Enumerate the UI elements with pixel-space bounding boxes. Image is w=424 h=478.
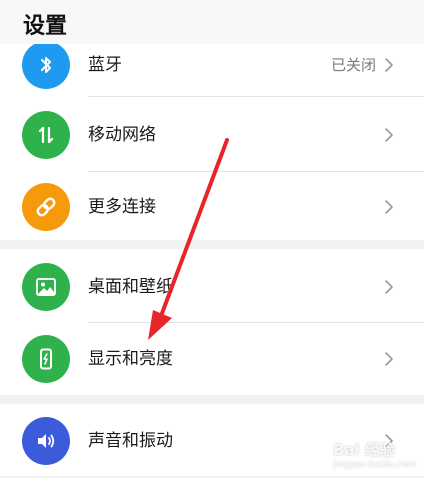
settings-item-label: 蓝牙 bbox=[88, 55, 122, 75]
watermark: Bai 经验 jingyan.baidu.com bbox=[333, 439, 416, 470]
settings-item-label: 桌面和壁纸 bbox=[88, 277, 173, 297]
settings-item-more-connections[interactable]: 更多连接 bbox=[0, 172, 424, 246]
chevron-right-icon bbox=[385, 352, 393, 366]
settings-item-label: 显示和亮度 bbox=[88, 349, 173, 369]
settings-group-connectivity: 蓝牙 已关闭 移动网络 更多连接 bbox=[0, 41, 424, 240]
settings-item-label: 声音和振动 bbox=[88, 431, 173, 451]
chevron-right-icon bbox=[385, 58, 393, 72]
chevron-right-icon bbox=[385, 128, 393, 142]
settings-item-mobile-network[interactable]: 移动网络 bbox=[0, 98, 424, 172]
wallpaper-icon bbox=[22, 263, 70, 311]
watermark-sub: jingyan.baidu.com bbox=[332, 460, 416, 470]
bluetooth-status: 已关闭 bbox=[330, 56, 376, 74]
divider bbox=[88, 96, 424, 97]
settings-item-label: 更多连接 bbox=[88, 197, 156, 217]
settings-group-display: 桌面和壁纸 显示和亮度 bbox=[0, 249, 424, 395]
link-icon bbox=[22, 183, 70, 231]
display-brightness-icon bbox=[22, 335, 70, 383]
bluetooth-icon bbox=[22, 41, 70, 89]
page-title: 设置 bbox=[23, 14, 68, 39]
settings-item-label: 移动网络 bbox=[88, 125, 156, 145]
settings-header: 设置 bbox=[0, 0, 424, 44]
watermark-text: Bai 经验 bbox=[332, 441, 395, 459]
chevron-right-icon bbox=[385, 280, 393, 294]
settings-item-wallpaper[interactable]: 桌面和壁纸 bbox=[0, 249, 424, 323]
sound-icon bbox=[22, 417, 70, 465]
chevron-right-icon bbox=[385, 200, 393, 214]
settings-item-display-brightness[interactable]: 显示和亮度 bbox=[0, 323, 424, 397]
mobile-data-icon bbox=[22, 111, 70, 159]
